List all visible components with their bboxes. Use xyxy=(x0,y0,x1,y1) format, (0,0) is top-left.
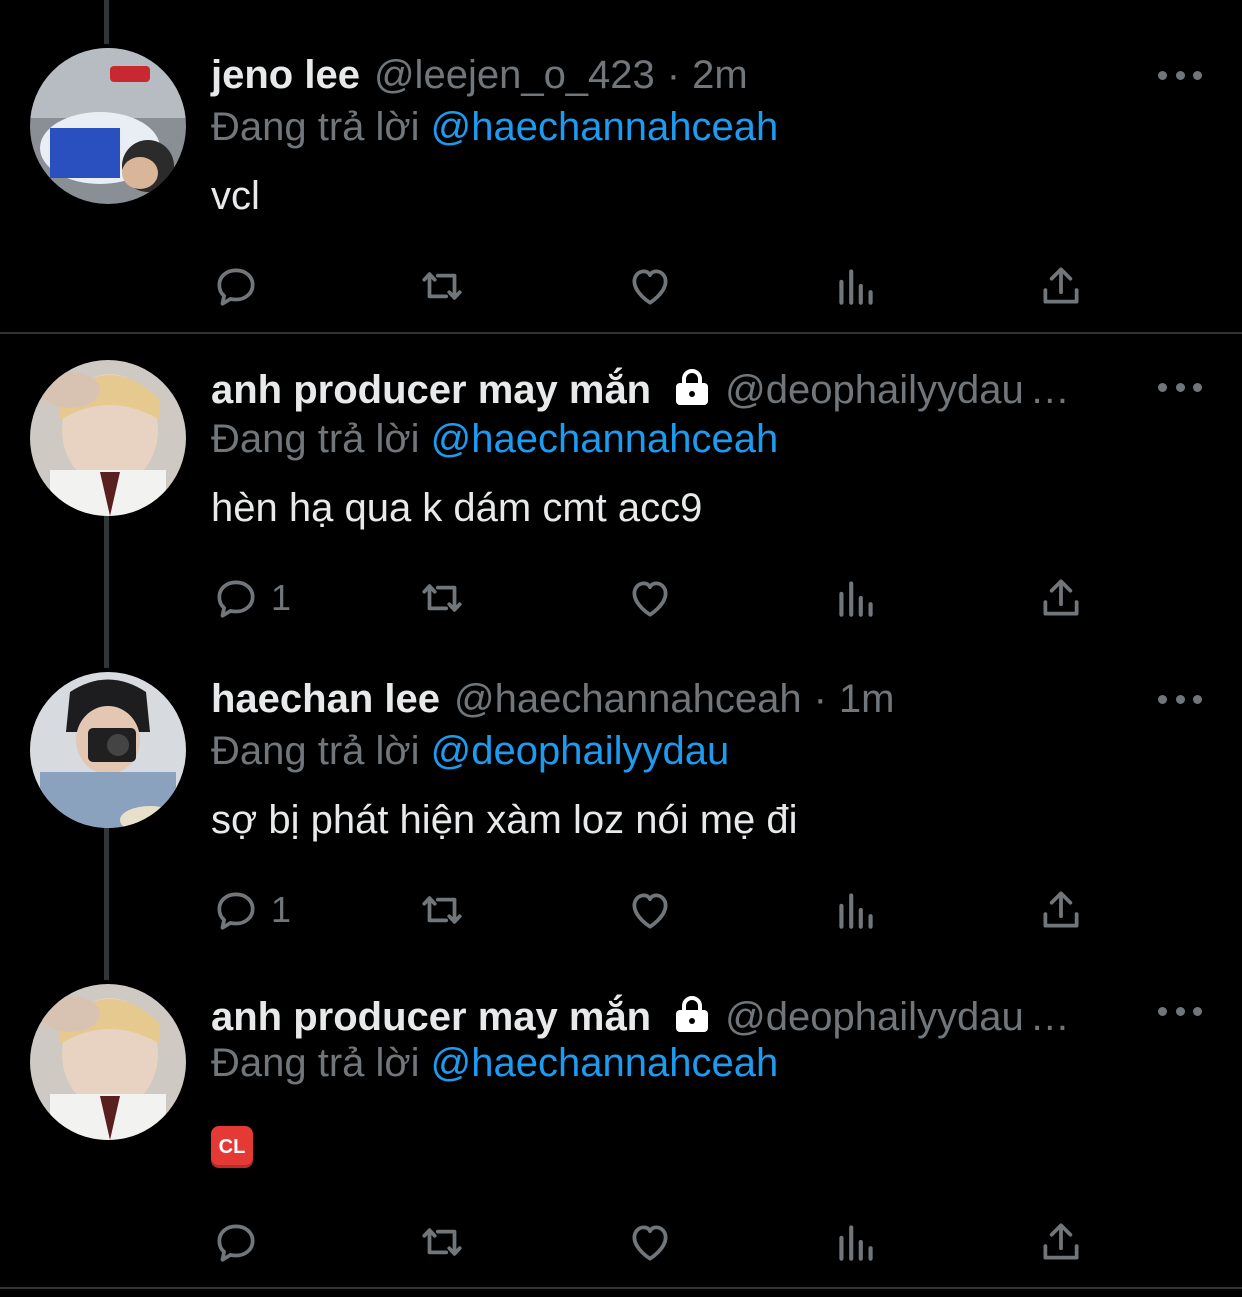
share-icon xyxy=(1043,579,1079,616)
retweet-icon xyxy=(422,896,462,924)
user-handle[interactable]: @leejen_o_423 xyxy=(374,51,655,99)
views-button[interactable] xyxy=(831,885,881,935)
replying-to: Đang trả lời @haechannahceah xyxy=(211,415,778,463)
share-button[interactable] xyxy=(1036,1217,1086,1267)
more-icon[interactable] xyxy=(1158,689,1202,709)
mention-link[interactable]: @haechannahceah xyxy=(431,105,779,149)
analytics-icon xyxy=(839,581,873,617)
analytics-icon xyxy=(839,269,873,305)
tweet[interactable]: haechan lee @haechannahceah · 1m Đang tr… xyxy=(0,668,1242,978)
lock-icon xyxy=(673,994,711,1034)
share-icon xyxy=(1043,1223,1079,1260)
reply-icon xyxy=(217,892,255,930)
tweet-actions: 1 xyxy=(211,885,1111,935)
retweet-icon xyxy=(422,1228,462,1256)
more-icon[interactable] xyxy=(1158,377,1202,397)
tweet[interactable]: jeno lee @leejen_o_423 · 2m Đang trả lời… xyxy=(0,0,1242,334)
heart-icon xyxy=(632,269,668,305)
tweet-text: hèn hạ qua k dám cmt acc9 xyxy=(211,486,703,530)
handle-ellipsis: … xyxy=(1029,368,1070,412)
reply-icon xyxy=(217,1224,255,1262)
user-handle[interactable]: @deophailyydau xyxy=(725,366,1024,414)
tweet-divider xyxy=(0,1287,1242,1289)
replying-to-label: Đang trả lời xyxy=(211,729,420,773)
user-handle[interactable]: @haechannahceah xyxy=(454,675,802,723)
reply-count: 1 xyxy=(271,577,292,618)
handle-ellipsis: … xyxy=(1029,995,1070,1039)
tweet-actions: 1 xyxy=(211,573,1111,623)
tweet[interactable]: anh producer may mắn @deophailyydau … Đa… xyxy=(0,980,1242,1285)
share-button[interactable] xyxy=(1036,261,1086,311)
views-button[interactable] xyxy=(831,1217,881,1267)
avatar[interactable] xyxy=(30,360,186,516)
like-button[interactable] xyxy=(625,885,675,935)
replying-to-label: Đang trả lời xyxy=(211,105,420,149)
mention-link[interactable]: @deophailyydau xyxy=(431,729,730,773)
reply-button[interactable]: 1 xyxy=(211,885,291,935)
cl-emoji-badge: CL xyxy=(211,1126,253,1168)
avatar[interactable] xyxy=(30,48,186,204)
share-button[interactable] xyxy=(1036,573,1086,623)
timestamp[interactable]: 2m xyxy=(692,51,748,99)
heart-icon xyxy=(632,893,668,929)
reply-button[interactable] xyxy=(211,261,271,311)
reply-icon xyxy=(217,580,255,618)
like-button[interactable] xyxy=(625,261,675,311)
display-name[interactable]: anh producer may mắn xyxy=(211,993,651,1041)
views-button[interactable] xyxy=(831,573,881,623)
separator-dot: · xyxy=(666,53,681,97)
retweet-button[interactable] xyxy=(417,885,467,935)
reply-icon xyxy=(217,268,255,306)
tweet[interactable]: anh producer may mắn @deophailyydau … Đa… xyxy=(0,334,1242,664)
replying-to: Đang trả lời @haechannahceah xyxy=(211,1039,778,1087)
display-name[interactable]: anh producer may mắn xyxy=(211,366,651,414)
tweet-text: sợ bị phát hiện xàm loz nói mẹ đi xyxy=(211,798,798,842)
retweet-icon xyxy=(422,584,462,612)
retweet-icon xyxy=(422,272,462,300)
more-icon[interactable] xyxy=(1158,1001,1202,1021)
tweet-text: vcl xyxy=(211,174,260,218)
reply-count: 1 xyxy=(271,889,292,930)
lock-icon xyxy=(673,367,711,407)
replying-to: Đang trả lời @deophailyydau xyxy=(211,727,729,775)
heart-icon xyxy=(632,1225,668,1261)
replying-to: Đang trả lời @haechannahceah xyxy=(211,103,778,151)
display-name[interactable]: haechan lee xyxy=(211,675,440,723)
replying-to-label: Đang trả lời xyxy=(211,417,420,461)
display-name[interactable]: jeno lee xyxy=(211,51,360,99)
analytics-icon xyxy=(839,893,873,929)
reply-button[interactable]: 1 xyxy=(211,573,291,623)
separator-dot: · xyxy=(813,677,827,721)
more-icon[interactable] xyxy=(1158,65,1202,85)
heart-icon xyxy=(632,581,668,617)
retweet-button[interactable] xyxy=(417,261,467,311)
analytics-icon xyxy=(839,1225,873,1261)
retweet-button[interactable] xyxy=(417,573,467,623)
like-button[interactable] xyxy=(625,1217,675,1267)
timestamp[interactable]: 1m xyxy=(839,675,895,723)
avatar[interactable] xyxy=(30,984,186,1140)
mention-link[interactable]: @haechannahceah xyxy=(431,1041,779,1085)
mention-link[interactable]: @haechannahceah xyxy=(431,417,779,461)
user-handle[interactable]: @deophailyydau xyxy=(725,993,1024,1041)
replying-to-label: Đang trả lời xyxy=(211,1041,420,1085)
like-button[interactable] xyxy=(625,573,675,623)
tweet-actions xyxy=(211,261,1111,311)
retweet-button[interactable] xyxy=(417,1217,467,1267)
share-icon xyxy=(1043,891,1079,928)
share-button[interactable] xyxy=(1036,885,1086,935)
views-button[interactable] xyxy=(831,261,881,311)
reply-button[interactable] xyxy=(211,1217,271,1267)
share-icon xyxy=(1043,267,1079,304)
avatar[interactable] xyxy=(30,672,186,828)
tweet-actions xyxy=(211,1217,1111,1267)
